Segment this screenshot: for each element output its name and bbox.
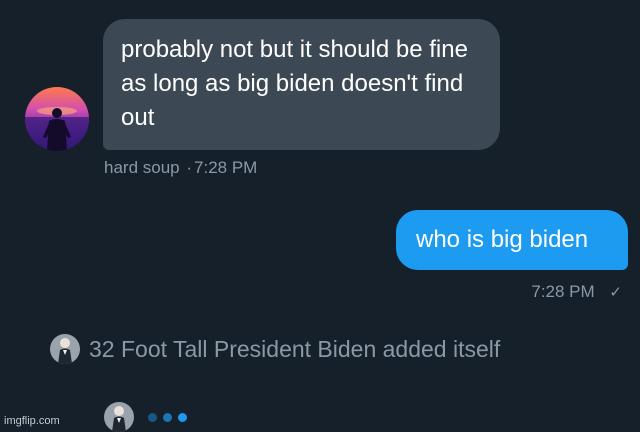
biden-avatar-image (104, 402, 134, 432)
imgflip-watermark: imgflip.com (4, 415, 60, 427)
sunset-silhouette-avatar-image (25, 87, 89, 151)
typing-indicator (104, 402, 193, 432)
system-event-row: 32 Foot Tall President Biden added itsel… (50, 332, 500, 366)
meta-separator: · (186, 158, 193, 177)
outgoing-message-time: 7:28 PM (531, 282, 595, 301)
system-event-text: 32 Foot Tall President Biden added itsel… (89, 336, 501, 362)
typing-dot (178, 412, 187, 422)
sender-name[interactable]: hard soup (104, 158, 180, 177)
outgoing-message-bubble[interactable]: who is big biden (396, 210, 628, 270)
typing-dot (163, 412, 172, 422)
typing-dots (148, 412, 193, 422)
outgoing-message-meta: 7:28 PM ✓ (531, 281, 622, 304)
biden-avatar-image (50, 334, 80, 364)
check-icon: ✓ (609, 284, 622, 301)
typing-dot (148, 412, 157, 422)
incoming-message-time: 7:28 PM (194, 158, 258, 177)
incoming-message-bubble[interactable]: probably not but it should be fine as lo… (103, 19, 500, 150)
biden-mini-avatar[interactable] (50, 334, 80, 364)
typing-user-avatar[interactable] (104, 402, 134, 432)
incoming-message-text: probably not but it should be fine as lo… (121, 36, 468, 131)
sender-avatar[interactable] (25, 87, 89, 151)
outgoing-message-text: who is big biden (416, 226, 589, 253)
incoming-message-meta: hard soup · 7:28 PM (104, 157, 257, 179)
